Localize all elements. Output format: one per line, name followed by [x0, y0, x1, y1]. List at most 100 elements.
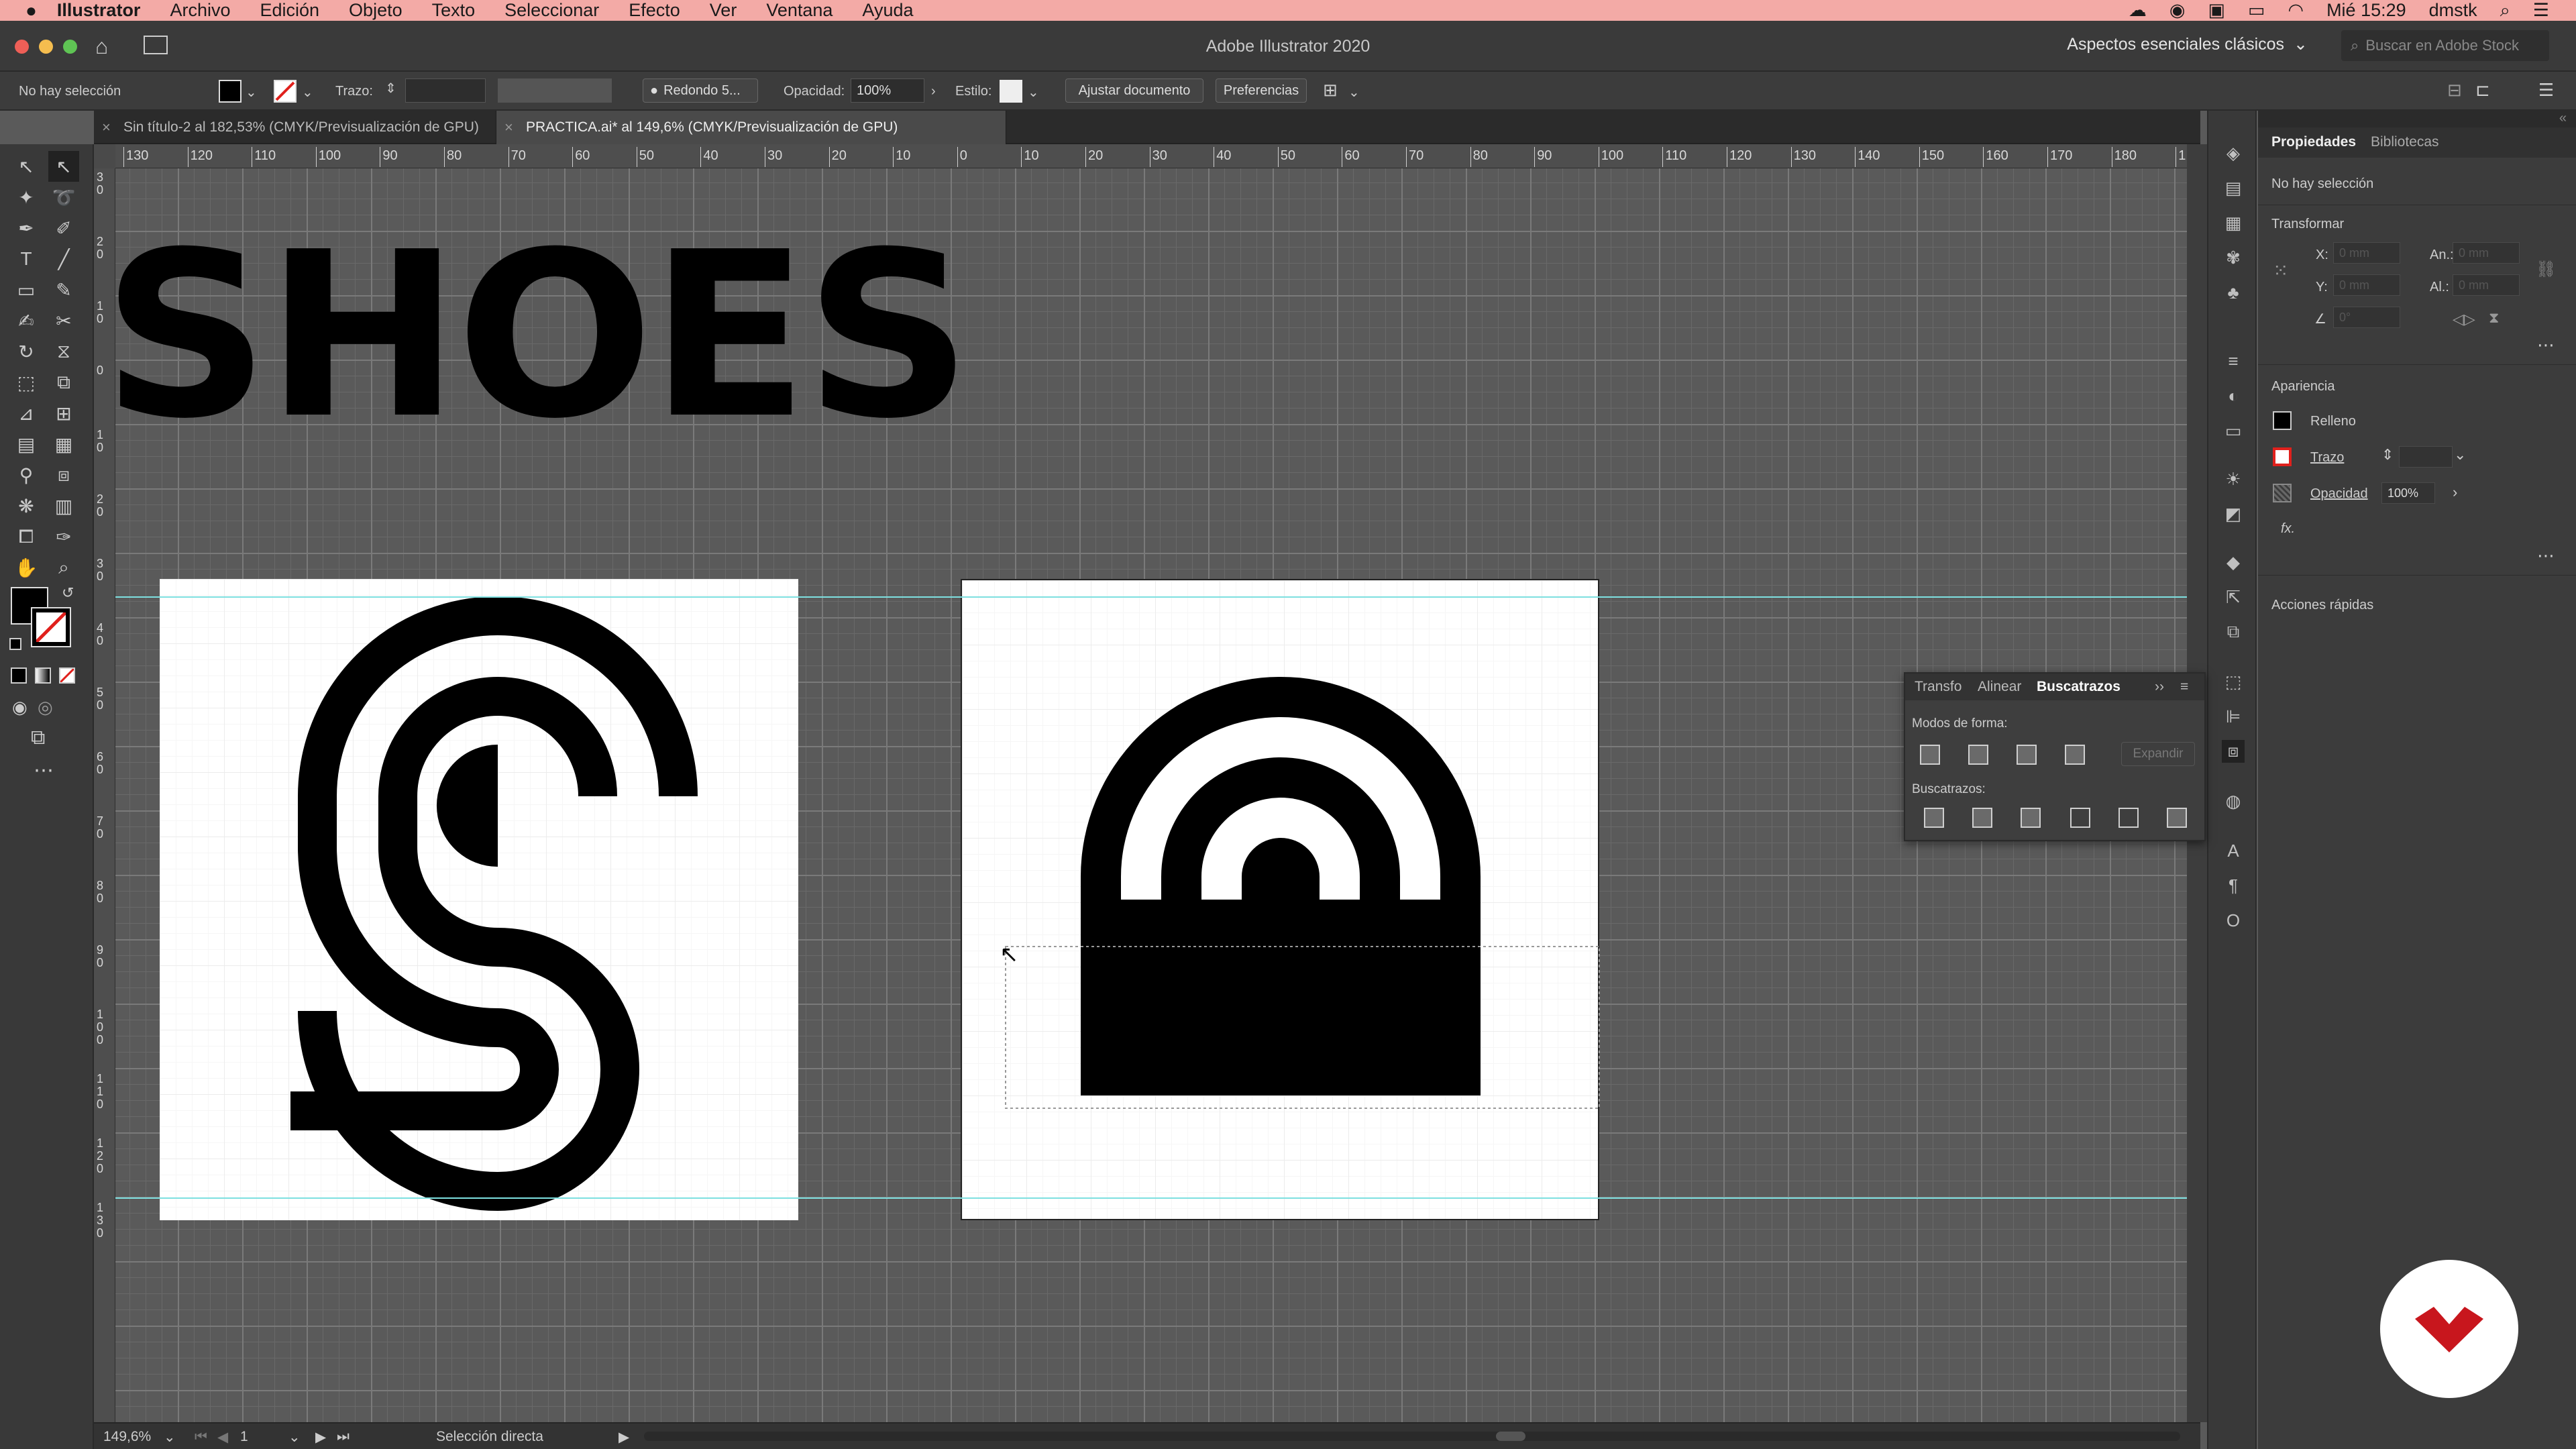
tab-transform[interactable]: Transfo — [1915, 679, 1962, 695]
chevron-down-icon[interactable]: ⌄ — [1028, 84, 1039, 101]
app-status-icon[interactable]: ◉ — [2169, 0, 2186, 21]
variable-width-profile[interactable] — [498, 78, 612, 103]
tab-align[interactable]: Alinear — [1978, 679, 2021, 695]
stroke-swatch[interactable] — [274, 80, 297, 103]
workspace-switcher[interactable]: Aspectos esenciales clásicos ⌄ — [2067, 34, 2308, 54]
chevron-down-icon[interactable]: ⌄ — [246, 84, 257, 101]
first-artboard-icon[interactable]: ⏮ — [195, 1429, 207, 1445]
flip-horizontal-icon[interactable]: ◁▷ — [2453, 311, 2475, 328]
curvature-tool-icon[interactable]: ✐ — [48, 213, 79, 244]
chevron-down-icon[interactable]: ⌄ — [164, 1429, 176, 1446]
chevron-down-icon[interactable]: ⌄ — [302, 84, 313, 101]
menu-objeto[interactable]: Objeto — [349, 0, 402, 21]
opacity-link[interactable]: Opacidad — [2310, 486, 2368, 502]
default-colors-icon[interactable] — [9, 638, 21, 650]
gradient-panel-icon[interactable]: ▭ — [2222, 419, 2245, 442]
artboard-tool-icon[interactable]: ⧠ — [11, 521, 42, 552]
paintbrush-tool-icon[interactable]: ✎ — [48, 274, 79, 305]
tab-pathfinder[interactable]: Buscatrazos — [2037, 679, 2121, 695]
menu-archivo[interactable]: Archivo — [170, 0, 230, 21]
shoes-headline[interactable]: SHOES — [115, 222, 972, 450]
panel-layout-icon[interactable]: ⊏ — [2475, 80, 2490, 101]
s-logo[interactable] — [160, 579, 798, 1220]
canvas[interactable]: SHOES ↖ — [115, 168, 2187, 1430]
stroke-link[interactable]: Trazo — [2310, 450, 2344, 466]
adobe-stock-search[interactable]: ⌕ Buscar en Adobe Stock — [2341, 30, 2549, 61]
artboard-1[interactable] — [160, 579, 798, 1220]
pen-tool-icon[interactable]: ✒ — [11, 213, 42, 244]
angle-field[interactable]: 0° — [2333, 307, 2400, 328]
tab-practica[interactable]: × PRACTICA.ai* al 149,6% (CMYK/Previsual… — [496, 111, 1006, 144]
ruler-origin[interactable] — [94, 144, 115, 168]
symbol-tool-icon[interactable]: ❋ — [11, 490, 42, 521]
expand-panel-icon[interactable]: ›› — [2155, 679, 2164, 695]
menu-icon[interactable]: ☰ — [2538, 80, 2554, 101]
direct-selection-tool-icon[interactable]: ↖ — [48, 151, 79, 182]
color-panel-icon[interactable]: ◐ — [2222, 384, 2245, 407]
collapse-icon[interactable]: « — [2559, 111, 2567, 126]
exclude-icon[interactable] — [2065, 745, 2085, 765]
fill-appearance-swatch[interactable] — [2273, 411, 2292, 430]
vertical-ruler[interactable]: 3 0 2 0 1 0 0 1 0 2 0 3 0 4 0 5 0 6 0 7 0 8 0 9 0 1 0… — [94, 168, 115, 1430]
height-field[interactable]: 0 mm — [2453, 274, 2520, 296]
character-icon[interactable]: A — [2222, 839, 2245, 862]
chevron-right-icon[interactable]: › — [2453, 484, 2457, 501]
trim-icon[interactable] — [1972, 808, 1992, 828]
outline-icon[interactable] — [2118, 808, 2139, 828]
symbols-icon[interactable]: ♣ — [2222, 281, 2245, 304]
magic-wand-tool-icon[interactable]: ✦ — [11, 182, 42, 213]
minus-back-icon[interactable] — [2167, 808, 2187, 828]
rotate-tool-icon[interactable]: ↻ — [11, 336, 42, 367]
color-mode-icon[interactable] — [11, 667, 27, 684]
document-info-icon[interactable]: ▤ — [2222, 176, 2245, 199]
tab-propiedades[interactable]: Propiedades — [2271, 134, 2356, 150]
draw-mode-icon[interactable]: ◉ — [12, 697, 28, 718]
more-options-icon[interactable]: ⋯ — [2537, 335, 2555, 356]
fill-swatch[interactable] — [219, 80, 241, 103]
align-icon[interactable]: ⊫ — [2222, 705, 2245, 728]
scroll-thumb[interactable] — [1496, 1432, 1525, 1441]
divide-icon[interactable] — [1924, 808, 1944, 828]
menu-efecto[interactable]: Efecto — [629, 0, 680, 21]
menu-ventana[interactable]: Ventana — [766, 0, 833, 21]
none-mode-icon[interactable] — [59, 667, 75, 684]
image-trace-icon[interactable]: ▦ — [2222, 211, 2245, 234]
width-tool-icon[interactable]: ⧖ — [48, 336, 79, 367]
menu-seleccionar[interactable]: Seleccionar — [504, 0, 599, 21]
preferences-button[interactable]: Preferencias — [1216, 78, 1307, 103]
opentype-icon[interactable]: O — [2222, 909, 2245, 932]
apple-menu-icon[interactable]: ● — [25, 0, 37, 21]
more-options-icon[interactable]: ⋯ — [2537, 545, 2555, 566]
y-field[interactable]: 0 mm — [2333, 274, 2400, 296]
slice-tool-icon[interactable]: ✑ — [48, 521, 79, 552]
rectangle-tool-icon[interactable]: ▭ — [11, 274, 42, 305]
horizontal-scrollbar[interactable] — [644, 1432, 2180, 1441]
expand-button[interactable]: Expandir — [2121, 742, 2195, 766]
arch-shape[interactable] — [962, 580, 1601, 1222]
wifi-icon[interactable]: ◠ — [2288, 0, 2304, 21]
color-guide-icon[interactable]: ◈ — [2222, 142, 2245, 164]
symbol-sprayer-tool-icon[interactable]: ▦ — [48, 429, 79, 460]
transform-icon[interactable]: ⬚ — [2222, 670, 2245, 693]
menu-texto[interactable]: Texto — [432, 0, 476, 21]
crop-icon[interactable] — [2070, 808, 2090, 828]
selection-tool-icon[interactable]: ↖ — [11, 151, 42, 182]
gradient-tool-icon[interactable]: ▤ — [11, 429, 42, 460]
lasso-tool-icon[interactable]: ➰ — [48, 182, 79, 213]
graphic-styles-icon[interactable]: ◩ — [2222, 502, 2245, 525]
screen-icon[interactable]: ▣ — [2208, 0, 2225, 21]
artboards-icon[interactable]: ⧉ — [2222, 621, 2245, 643]
appearance-icon[interactable]: ☀ — [2222, 468, 2245, 490]
cloud-icon[interactable]: ☁ — [2129, 0, 2147, 21]
opacity-field[interactable]: 100% — [851, 78, 924, 103]
opacity-field[interactable]: 100% — [2381, 482, 2435, 504]
zoom-tool-icon[interactable]: ⌕ — [48, 552, 79, 583]
menu-app[interactable]: Illustrator — [57, 0, 141, 21]
stroke-weight-field[interactable] — [2399, 446, 2453, 468]
stroke-stepper-icon[interactable]: ⇕ — [2381, 446, 2394, 464]
perspective-grid-tool-icon[interactable]: ⊿ — [11, 398, 42, 429]
close-icon[interactable]: × — [102, 119, 111, 136]
search-icon[interactable]: ⌕ — [2500, 0, 2510, 21]
export-icon[interactable]: ⇱ — [2222, 586, 2245, 608]
next-artboard-icon[interactable]: ▶ — [315, 1429, 326, 1446]
